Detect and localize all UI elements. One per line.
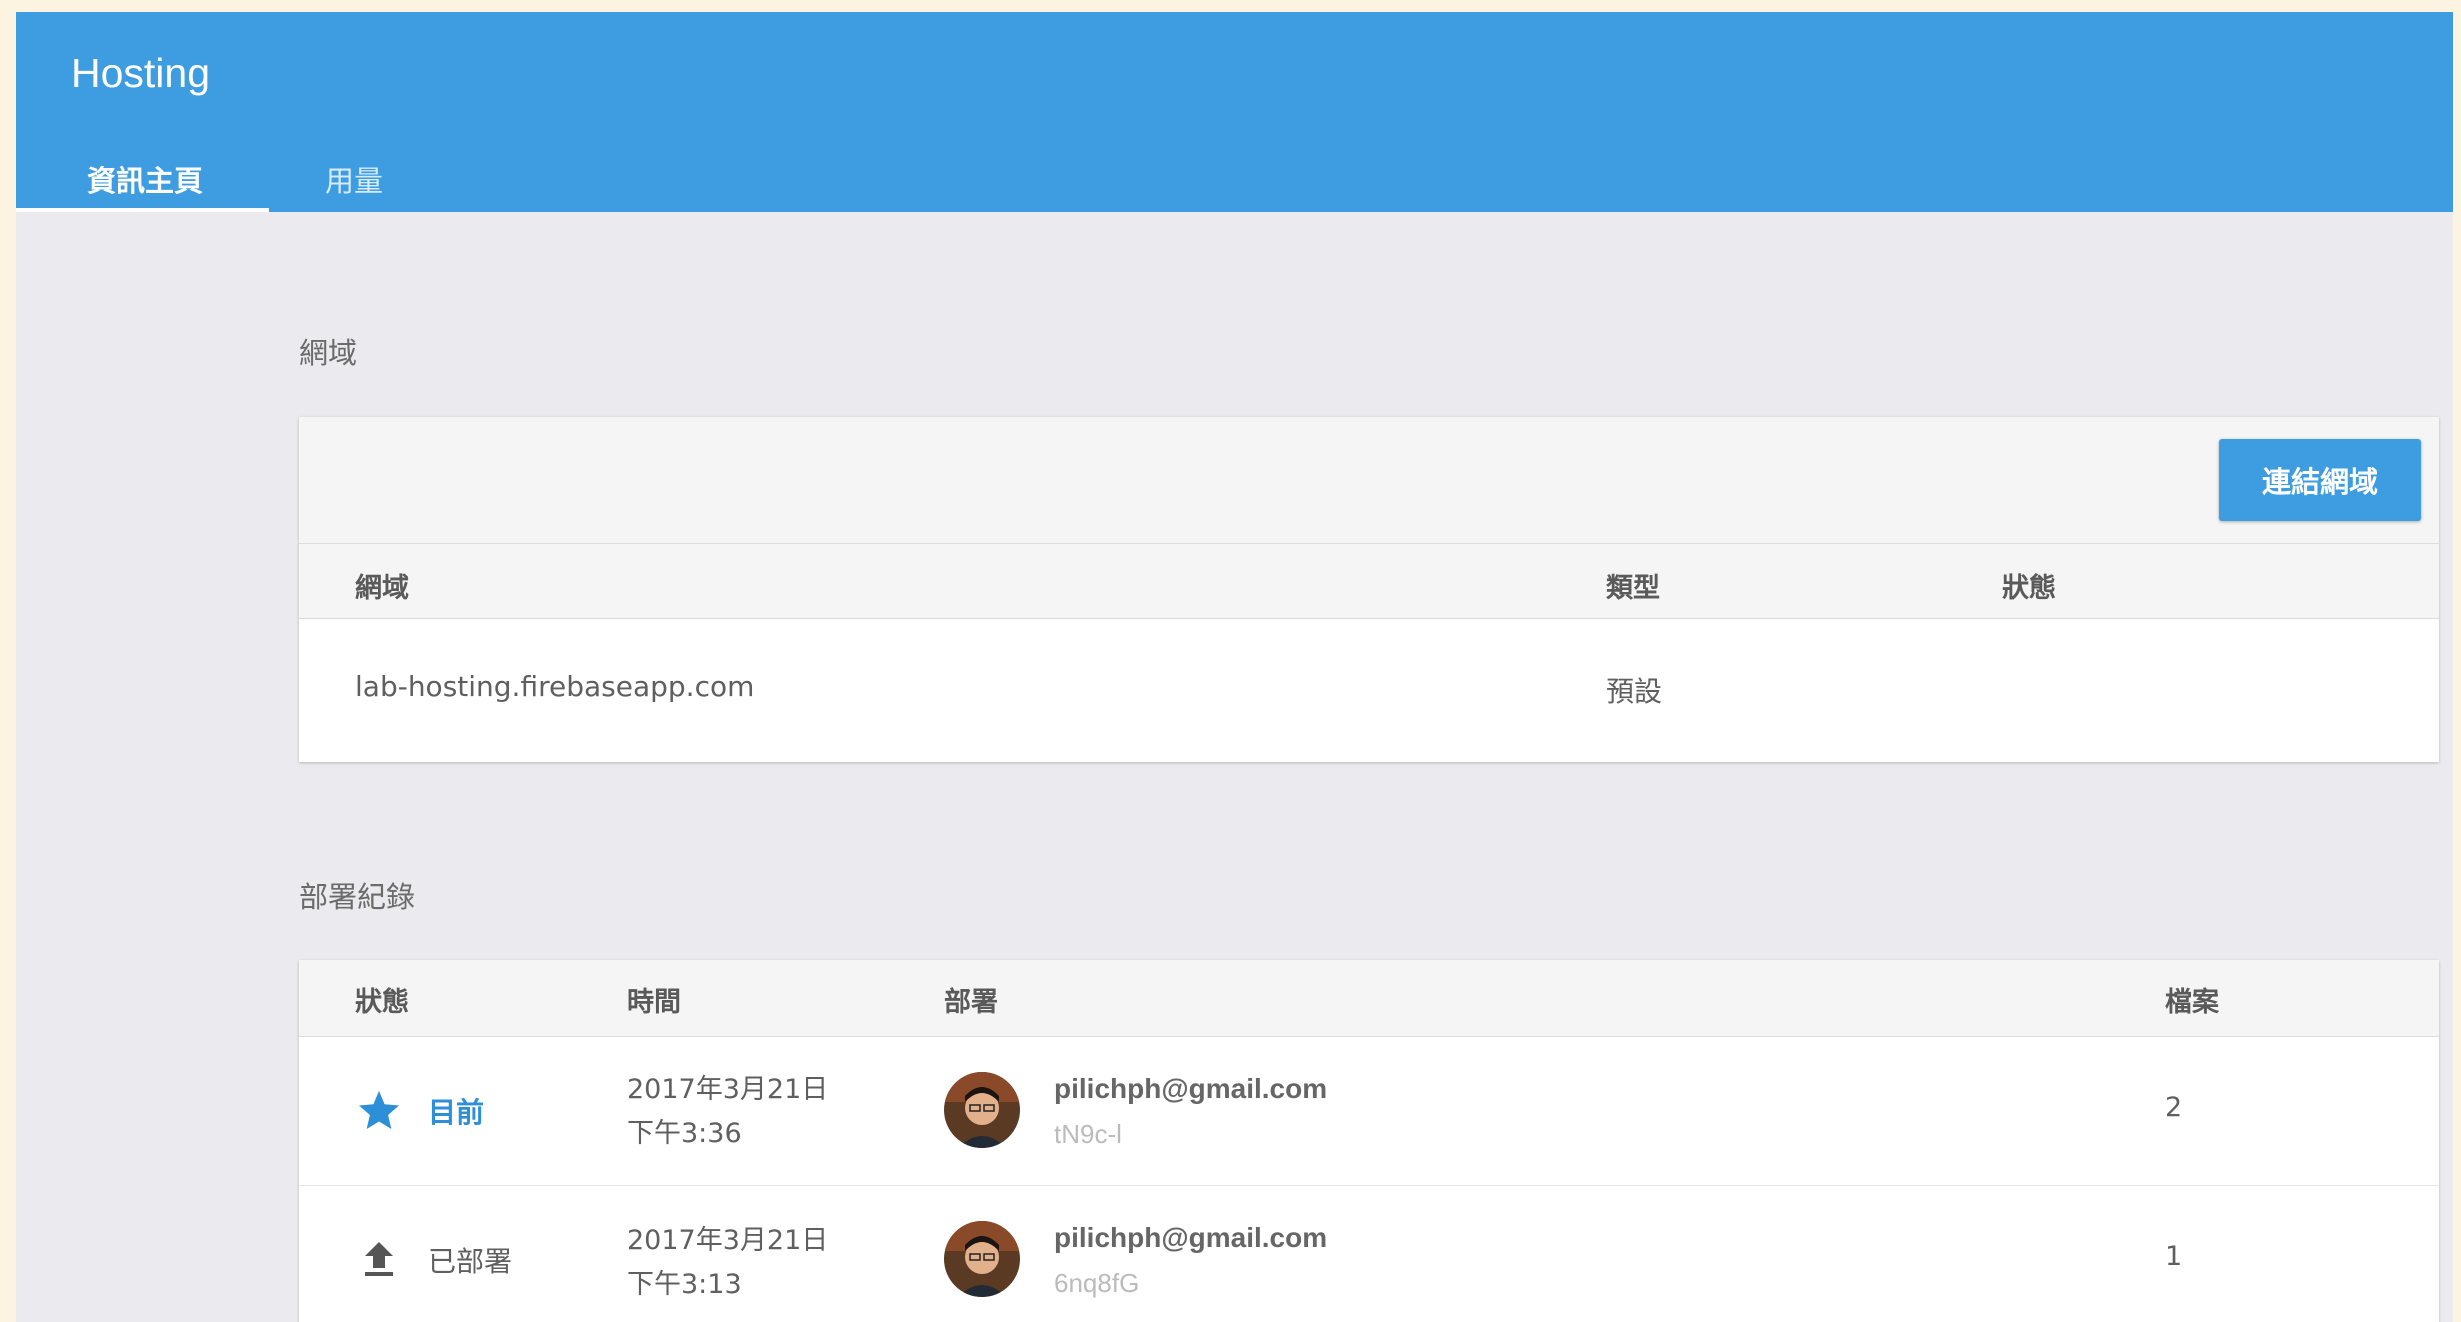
deploy-time: 下午3:13 [627, 1269, 742, 1300]
avatar [944, 1221, 1020, 1297]
star-icon [355, 1087, 403, 1135]
deployer-email: pilichph@gmail.com [1054, 1222, 1328, 1253]
domain-name: lab-hosting.firebaseapp.com [355, 670, 755, 703]
domains-section-title: 網域 [299, 336, 358, 370]
domains-card: 連結網域 網域 類型 狀態 lab-hosting.firebaseapp.co… [299, 417, 2439, 762]
table-row[interactable]: 已部署 2017年3月21日 下午3:13 pilichph@gmail.com… [299, 1186, 2439, 1322]
avatar [944, 1072, 1020, 1148]
deploy-file-count: 2 [2165, 1092, 2183, 1123]
deploy-file-count: 1 [2165, 1241, 2183, 1272]
tab-usage-label: 用量 [325, 164, 384, 198]
deploy-status-label: 目前 [428, 1096, 485, 1129]
tab-dashboard-label: 資訊主頁 [87, 164, 204, 198]
deployer-email: pilichph@gmail.com [1054, 1073, 1328, 1104]
column-header-status: 狀態 [2002, 573, 2056, 604]
hosting-app: Hosting 資訊主頁 用量 網域 連結網域 網域 類型 狀態 lab-hos… [16, 12, 2453, 1322]
app-header: Hosting 資訊主頁 用量 [16, 12, 2453, 212]
column-header-type: 類型 [1606, 573, 1660, 604]
deployments-section-title: 部署紀錄 [299, 880, 416, 914]
page-title: Hosting [71, 50, 211, 96]
domains-toolbar: 連結網域 [299, 417, 2439, 544]
column-header-time: 時間 [627, 987, 681, 1018]
column-header-deploy: 部署 [944, 987, 998, 1018]
deploy-hash: tN9c-l [1054, 1119, 1122, 1149]
column-header-status: 狀態 [355, 987, 409, 1018]
deployments-card: 狀態 時間 部署 檔案 目前 2017年3月21日 下午3:36 pilichp… [299, 960, 2439, 1322]
tab-dashboard[interactable]: 資訊主頁 [16, 148, 269, 212]
table-row: lab-hosting.firebaseapp.com 預設 [299, 619, 2439, 761]
column-header-domain: 網域 [355, 573, 409, 604]
deploy-date: 2017年3月21日 [627, 1074, 829, 1105]
deploy-status-label: 已部署 [428, 1245, 513, 1278]
active-tab-indicator [16, 208, 269, 212]
upload-icon [355, 1236, 403, 1284]
deployments-table-header: 狀態 時間 部署 檔案 [299, 960, 2439, 1037]
connect-domain-button[interactable]: 連結網域 [2219, 439, 2421, 521]
table-row[interactable]: 目前 2017年3月21日 下午3:36 pilichph@gmail.com … [299, 1037, 2439, 1186]
column-header-files: 檔案 [2165, 987, 2219, 1018]
deploy-time: 下午3:36 [627, 1118, 742, 1149]
domain-type: 預設 [1606, 675, 1663, 708]
deploy-date: 2017年3月21日 [627, 1225, 829, 1256]
domains-table-header: 網域 類型 狀態 [299, 544, 2439, 619]
tab-usage[interactable]: 用量 [309, 148, 419, 212]
deploy-hash: 6nq8fG [1054, 1268, 1140, 1298]
